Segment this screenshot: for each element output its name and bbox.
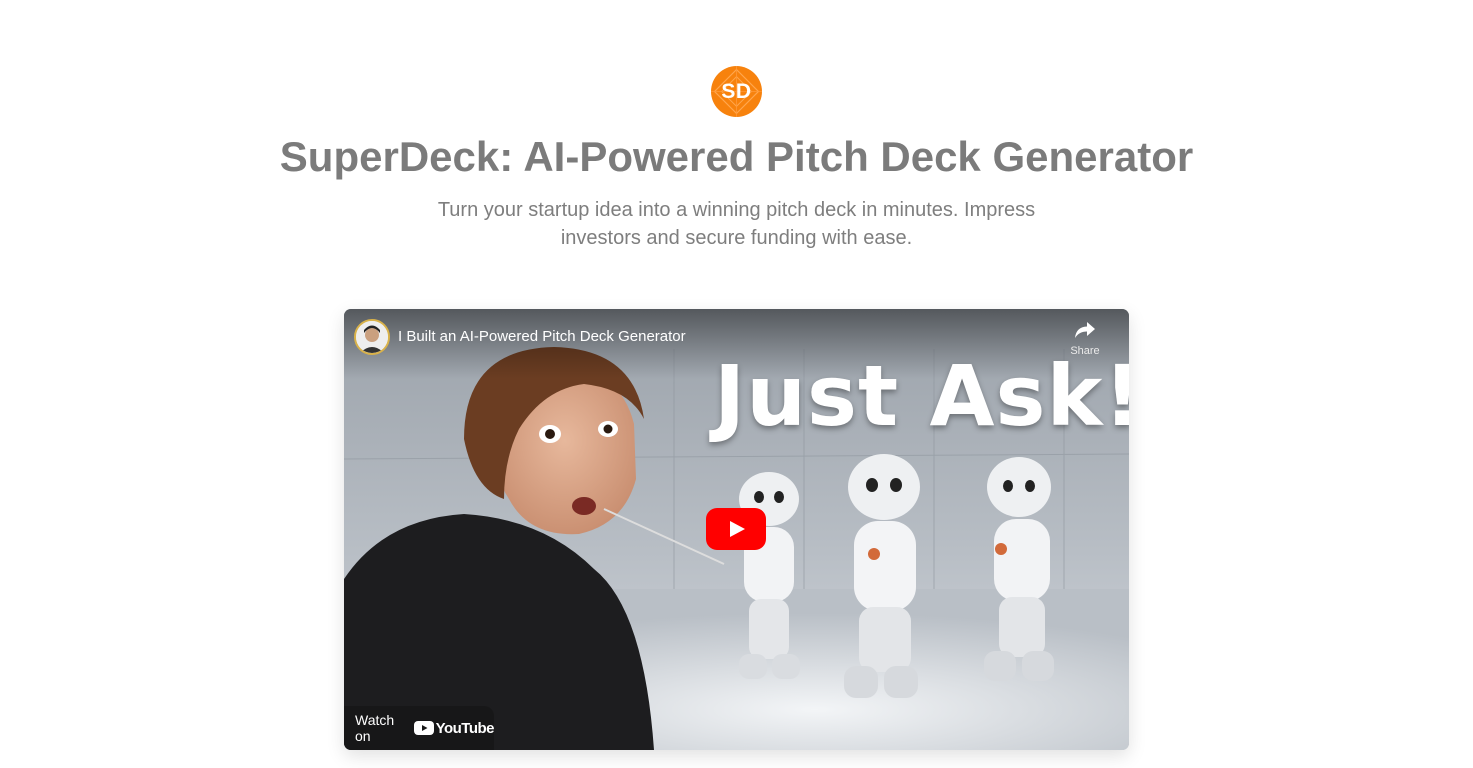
play-button[interactable] <box>706 508 766 550</box>
play-icon <box>730 521 745 537</box>
share-arrow-icon <box>1075 322 1095 338</box>
logo-text: SD <box>721 79 752 103</box>
sd-logo-icon: SD <box>711 66 762 117</box>
thumbnail-headline: Just Ask! <box>714 347 1129 445</box>
page-subtitle: Turn your startup idea into a winning pi… <box>437 199 1036 249</box>
avatar-face-icon <box>356 321 388 353</box>
youtube-wordmark: YouTube <box>435 719 495 737</box>
page: SD SuperDeck: AI-Powered Pitch Deck Gene… <box>0 0 1473 768</box>
video-title[interactable]: I Built an AI-Powered Pitch Deck Generat… <box>398 328 686 345</box>
watch-on-youtube-button[interactable]: Watch on YouTube <box>344 706 495 750</box>
youtube-play-mark-icon <box>413 721 434 735</box>
youtube-embed[interactable]: I Built an AI-Powered Pitch Deck Generat… <box>344 309 1129 750</box>
watch-on-label: Watch on <box>355 712 395 744</box>
channel-avatar[interactable] <box>354 319 390 355</box>
youtube-logo-icon: YouTube <box>413 719 495 737</box>
page-title: SuperDeck: AI-Powered Pitch Deck Generat… <box>279 133 1194 180</box>
